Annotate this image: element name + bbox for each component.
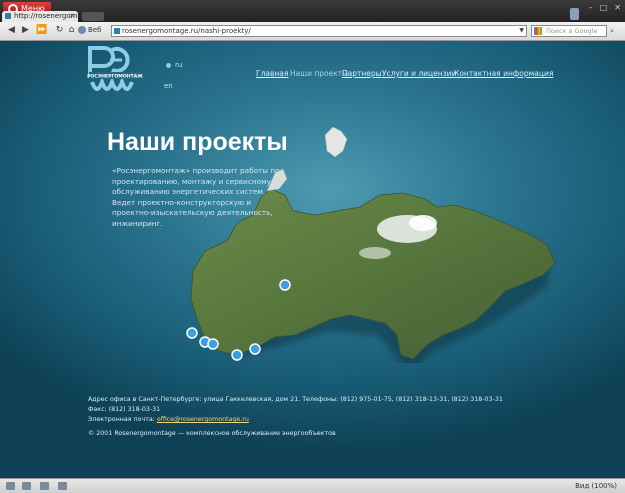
search-go-icon[interactable]: ⌕: [610, 27, 614, 36]
lang-switch-en[interactable]: en: [164, 82, 173, 90]
lang-switch-ru[interactable]: ru: [166, 61, 182, 69]
browser-titlebar: Меню http://rosenergomont... ✕ – □ ✕: [0, 0, 625, 22]
forward-icon[interactable]: ▶: [20, 25, 31, 36]
nav-link-home[interactable]: Главная: [256, 69, 288, 78]
zoom-level[interactable]: Вид (100%): [575, 481, 617, 491]
nav-link-partners[interactable]: Партнеры: [342, 69, 382, 78]
minimize-icon[interactable]: –: [589, 3, 593, 12]
browser-statusbar: Вид (100%): [0, 478, 625, 493]
intro-text: «Росэнергомонтаж» производит работы по п…: [112, 166, 280, 228]
project-marker[interactable]: [231, 349, 243, 361]
project-marker[interactable]: [207, 338, 219, 350]
address-url: rosenergomontage.ru/nashi-proekty/: [122, 27, 251, 35]
footer-email-label: Электронная почта:: [88, 416, 155, 423]
lang-ru-label: ru: [175, 61, 183, 69]
web-page: РОСЭНЕРГОМОНТАЖ ru en Главная Наши проек…: [0, 41, 625, 478]
project-marker[interactable]: [279, 279, 291, 291]
reload-icon[interactable]: ↻: [54, 25, 65, 36]
google-icon[interactable]: [534, 27, 542, 35]
sync-icon[interactable]: [22, 482, 31, 490]
lang-dot-icon: [166, 62, 171, 68]
home-icon[interactable]: ⌂: [66, 25, 77, 36]
back-icon[interactable]: ◀: [6, 25, 17, 36]
unite-icon[interactable]: [40, 482, 49, 490]
svg-text:РОСЭНЕРГОМОНТАЖ: РОСЭНЕРГОМОНТАЖ: [87, 74, 143, 80]
address-bar[interactable]: rosenergomontage.ru/nashi-proekty/ ▼: [111, 25, 527, 37]
turbo-icon[interactable]: [58, 482, 67, 490]
browser-tab[interactable]: http://rosenergomont... ✕: [2, 11, 78, 22]
project-marker[interactable]: [249, 343, 261, 355]
footer-address: Адрес офиса в Санкт-Петербурге: улица Га…: [88, 396, 503, 403]
nav-link-projects[interactable]: Наши проекты: [290, 69, 348, 78]
footer-copyright: © 2001 Rosenergomontage — комплексное об…: [88, 430, 336, 437]
close-window-icon[interactable]: ✕: [614, 3, 621, 12]
fast-forward-icon[interactable]: ⏩: [36, 25, 47, 36]
new-tab-button[interactable]: [82, 12, 104, 21]
panel-toggle-icon[interactable]: [6, 482, 15, 490]
russia-map: [186, 126, 556, 363]
cloud-cover-3: [359, 247, 391, 259]
globe-icon: [78, 26, 86, 34]
maximize-icon[interactable]: □: [600, 3, 608, 12]
nav-link-services[interactable]: Услуги и лицензии: [382, 69, 456, 78]
tab-close-icon[interactable]: ✕: [69, 11, 75, 22]
page-footer: Адрес офиса в Санкт-Петербурге: улица Га…: [88, 395, 503, 439]
search-input[interactable]: Поиск в Google: [531, 25, 607, 37]
web-badge[interactable]: Веб: [88, 25, 101, 36]
address-favicon-icon: [114, 28, 120, 34]
browser-toolbar: ◀ ▶ ⏩ ↻ ⌂ Веб rosenergomontage.ru/nashi-…: [0, 22, 625, 41]
footer-fax: Факс: (812) 318-03-31: [88, 406, 161, 413]
search-placeholder: Поиск в Google: [546, 27, 598, 35]
lang-en-label: en: [164, 82, 173, 90]
footer-email-row: Электронная почта: office@rosenergomonta…: [88, 415, 503, 425]
chevron-down-icon[interactable]: ▼: [519, 26, 524, 36]
page-title: Наши проекты: [107, 128, 288, 156]
window-controls: – □ ✕: [589, 3, 621, 12]
project-marker[interactable]: [186, 327, 198, 339]
footer-email-link[interactable]: office@rosenergomontage.ru: [157, 416, 249, 423]
extension-icon[interactable]: [570, 8, 579, 20]
company-logo[interactable]: РОСЭНЕРГОМОНТАЖ: [86, 44, 148, 100]
cloud-cover-2: [409, 215, 437, 231]
tab-favicon-icon: [5, 13, 11, 19]
nav-link-contacts[interactable]: Контактная информация: [454, 69, 553, 78]
arctic-island: [324, 126, 348, 158]
